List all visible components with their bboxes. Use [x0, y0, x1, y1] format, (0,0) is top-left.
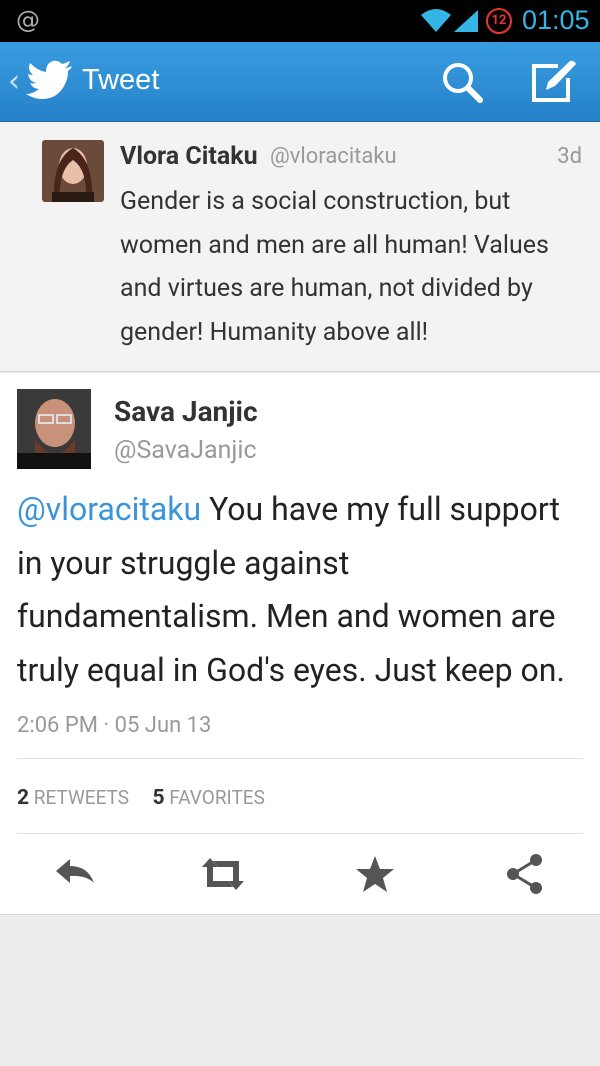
favorites-count[interactable]: 5 — [153, 786, 165, 810]
parent-tweet[interactable]: Vlora Citaku @vloracitaku 3d Gender is a… — [0, 122, 600, 372]
search-icon[interactable] — [438, 58, 486, 106]
parent-tweet-time: 3d — [557, 144, 582, 169]
retweets-label[interactable]: RETWEETS — [34, 786, 129, 809]
compose-icon[interactable] — [528, 58, 580, 106]
engagement-counts: 2 RETWEETS 5 FAVORITES — [17, 786, 265, 810]
status-bar: @ 12 01:05 — [0, 0, 600, 42]
parent-tweet-text: Gender is a social construction, but wom… — [120, 187, 549, 347]
tweet-text: @vloracitaku You have my full support in… — [17, 483, 592, 697]
divider — [17, 758, 583, 759]
parent-author-handle[interactable]: @vloracitaku — [270, 144, 397, 169]
author-name[interactable]: Sava Janjic — [114, 395, 258, 428]
tweet-timestamp: 2:06 PM · 05 Jun 13 — [17, 713, 212, 738]
wifi-icon — [421, 9, 451, 32]
status-time: 01:05 — [522, 5, 590, 35]
back-chevron-icon[interactable]: ‹ — [8, 64, 20, 99]
favorite-star-icon[interactable] — [352, 851, 398, 897]
main-tweet: Sava Janjic @SavaJanjic @vloracitaku You… — [0, 373, 600, 915]
signal-icon — [454, 10, 478, 32]
action-bar: ‹ Tweet — [0, 42, 600, 122]
mention-link[interactable]: @vloracitaku — [17, 490, 201, 528]
avatar-image — [17, 389, 91, 469]
reply-icon[interactable] — [52, 851, 98, 897]
retweet-icon[interactable] — [200, 851, 246, 897]
share-icon[interactable] — [502, 851, 548, 897]
avatar[interactable] — [17, 389, 91, 469]
author-handle[interactable]: @SavaJanjic — [114, 436, 257, 465]
favorites-label[interactable]: FAVORITES — [169, 786, 265, 809]
parent-author-name[interactable]: Vlora Citaku — [120, 142, 258, 171]
at-notification-icon: @ — [16, 6, 40, 34]
tweet-actions — [0, 833, 600, 913]
avatar[interactable] — [42, 140, 104, 202]
twitter-bird-icon[interactable] — [26, 60, 74, 102]
notification-badge-icon: 12 — [486, 8, 512, 34]
action-bar-title: Tweet — [82, 64, 160, 96]
retweets-count[interactable]: 2 — [17, 786, 29, 810]
avatar-image — [42, 140, 104, 202]
